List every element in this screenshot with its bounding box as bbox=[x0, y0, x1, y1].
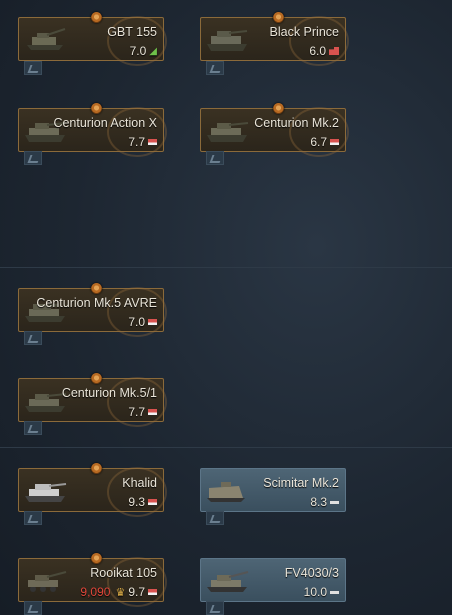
tank-icon bbox=[207, 122, 249, 142]
battle-rating: 7.7 bbox=[128, 135, 157, 149]
crew-slot[interactable] bbox=[24, 151, 42, 165]
premium-medal-icon bbox=[91, 283, 102, 294]
section-divider bbox=[0, 447, 452, 448]
purchase-cost: 9,090 bbox=[80, 585, 111, 599]
premium-medal-icon bbox=[91, 463, 102, 474]
crew-slot[interactable] bbox=[24, 421, 42, 435]
vehicle-name: GBT 155 bbox=[107, 25, 157, 39]
vehicle-name: Centurion Mk.5 AVRE bbox=[36, 296, 157, 310]
tank-icon bbox=[25, 483, 67, 502]
premium-medal-icon bbox=[91, 553, 102, 564]
crew-slot[interactable] bbox=[206, 511, 224, 525]
crew-slot[interactable] bbox=[206, 601, 224, 615]
card-ring bbox=[289, 107, 349, 157]
crew-slot[interactable] bbox=[206, 151, 224, 165]
tank-icon bbox=[207, 30, 248, 51]
vehicle-card-centurion-mk2[interactable]: Centurion Mk.2 6.7 bbox=[200, 103, 349, 157]
premium-medal-icon bbox=[273, 103, 284, 114]
premium-medal-icon bbox=[91, 103, 102, 114]
crew-slot[interactable] bbox=[24, 511, 42, 525]
red-flag-icon bbox=[330, 139, 339, 145]
tank-icon bbox=[28, 571, 67, 592]
golden-eagle-icon: ♛ bbox=[115, 586, 126, 599]
red-flag-icon bbox=[148, 499, 157, 505]
section-divider bbox=[0, 267, 452, 268]
red-crew-icon bbox=[329, 47, 339, 55]
tank-icon bbox=[25, 393, 67, 412]
red-flag-icon bbox=[148, 409, 157, 415]
card-ring bbox=[107, 287, 167, 337]
vehicle-card-scimitar-mk2[interactable]: Scimitar Mk.2 8.3 bbox=[200, 468, 346, 512]
vehicle-name: Rooikat 105 bbox=[90, 566, 157, 580]
battle-rating: 7.0 bbox=[128, 315, 157, 329]
vehicle-card-fv4030-3[interactable]: FV4030/3 10.0 bbox=[200, 558, 346, 602]
crew-slot[interactable] bbox=[24, 61, 42, 75]
crew-slot[interactable] bbox=[206, 61, 224, 75]
tank-icon bbox=[207, 482, 245, 502]
white-bar-icon bbox=[330, 590, 339, 594]
battle-rating: 10.0 bbox=[304, 585, 339, 599]
battle-rating: 9,090 ♛ 9.7 bbox=[80, 585, 157, 599]
card-ring bbox=[107, 467, 167, 517]
card-ring bbox=[107, 557, 167, 607]
vehicle-card-black-prince[interactable]: Black Prince 6.0 bbox=[200, 12, 349, 66]
battle-rating: 9.3 bbox=[128, 495, 157, 509]
card-ring bbox=[107, 107, 167, 157]
battle-rating: 6.7 bbox=[310, 135, 339, 149]
battle-rating: 8.3 bbox=[310, 495, 339, 509]
red-flag-icon bbox=[148, 589, 157, 595]
vehicle-name: Centurion Mk.5/1 bbox=[61, 386, 157, 400]
battle-rating: 7.0 ◢ bbox=[129, 44, 157, 58]
red-flag-icon bbox=[148, 139, 157, 145]
white-bar-icon bbox=[330, 500, 339, 504]
crew-slot[interactable] bbox=[24, 331, 42, 345]
vehicle-name: Centurion Mk.2 bbox=[254, 116, 339, 130]
card-ring bbox=[289, 16, 349, 66]
vehicle-name: Khalid bbox=[122, 476, 157, 490]
green-arrow-icon: ◢ bbox=[149, 45, 157, 57]
vehicle-card-khalid[interactable]: Khalid 9.3 bbox=[18, 463, 167, 517]
crew-slot[interactable] bbox=[24, 601, 42, 615]
vehicle-name: Black Prince bbox=[269, 25, 339, 39]
vehicle-name: Centurion Action X bbox=[53, 116, 157, 130]
vehicle-name: Scimitar Mk.2 bbox=[263, 476, 339, 490]
premium-medal-icon bbox=[273, 12, 284, 23]
card-ring bbox=[107, 377, 167, 427]
premium-medal-icon bbox=[91, 373, 102, 384]
card-ring bbox=[107, 16, 167, 66]
tank-icon bbox=[207, 571, 249, 592]
battle-rating: 6.0 bbox=[309, 44, 339, 58]
battle-rating: 7.7 bbox=[128, 405, 157, 419]
tank-icon bbox=[27, 28, 66, 50]
vehicle-name: FV4030/3 bbox=[284, 566, 339, 580]
vehicle-card-centurion-action-x[interactable]: Centurion Action X 7.7 bbox=[18, 103, 167, 157]
red-flag-icon bbox=[148, 319, 157, 325]
vehicle-card-centurion-mk5-avre[interactable]: Centurion Mk.5 AVRE 7.0 bbox=[18, 283, 167, 337]
vehicle-card-gbt-155[interactable]: GBT 155 7.0 ◢ bbox=[18, 12, 167, 66]
vehicle-card-centurion-mk51[interactable]: Centurion Mk.5/1 7.7 bbox=[18, 373, 167, 427]
premium-medal-icon bbox=[91, 12, 102, 23]
vehicle-card-rooikat-105[interactable]: Rooikat 105 9,090 ♛ 9.7 bbox=[18, 553, 167, 607]
